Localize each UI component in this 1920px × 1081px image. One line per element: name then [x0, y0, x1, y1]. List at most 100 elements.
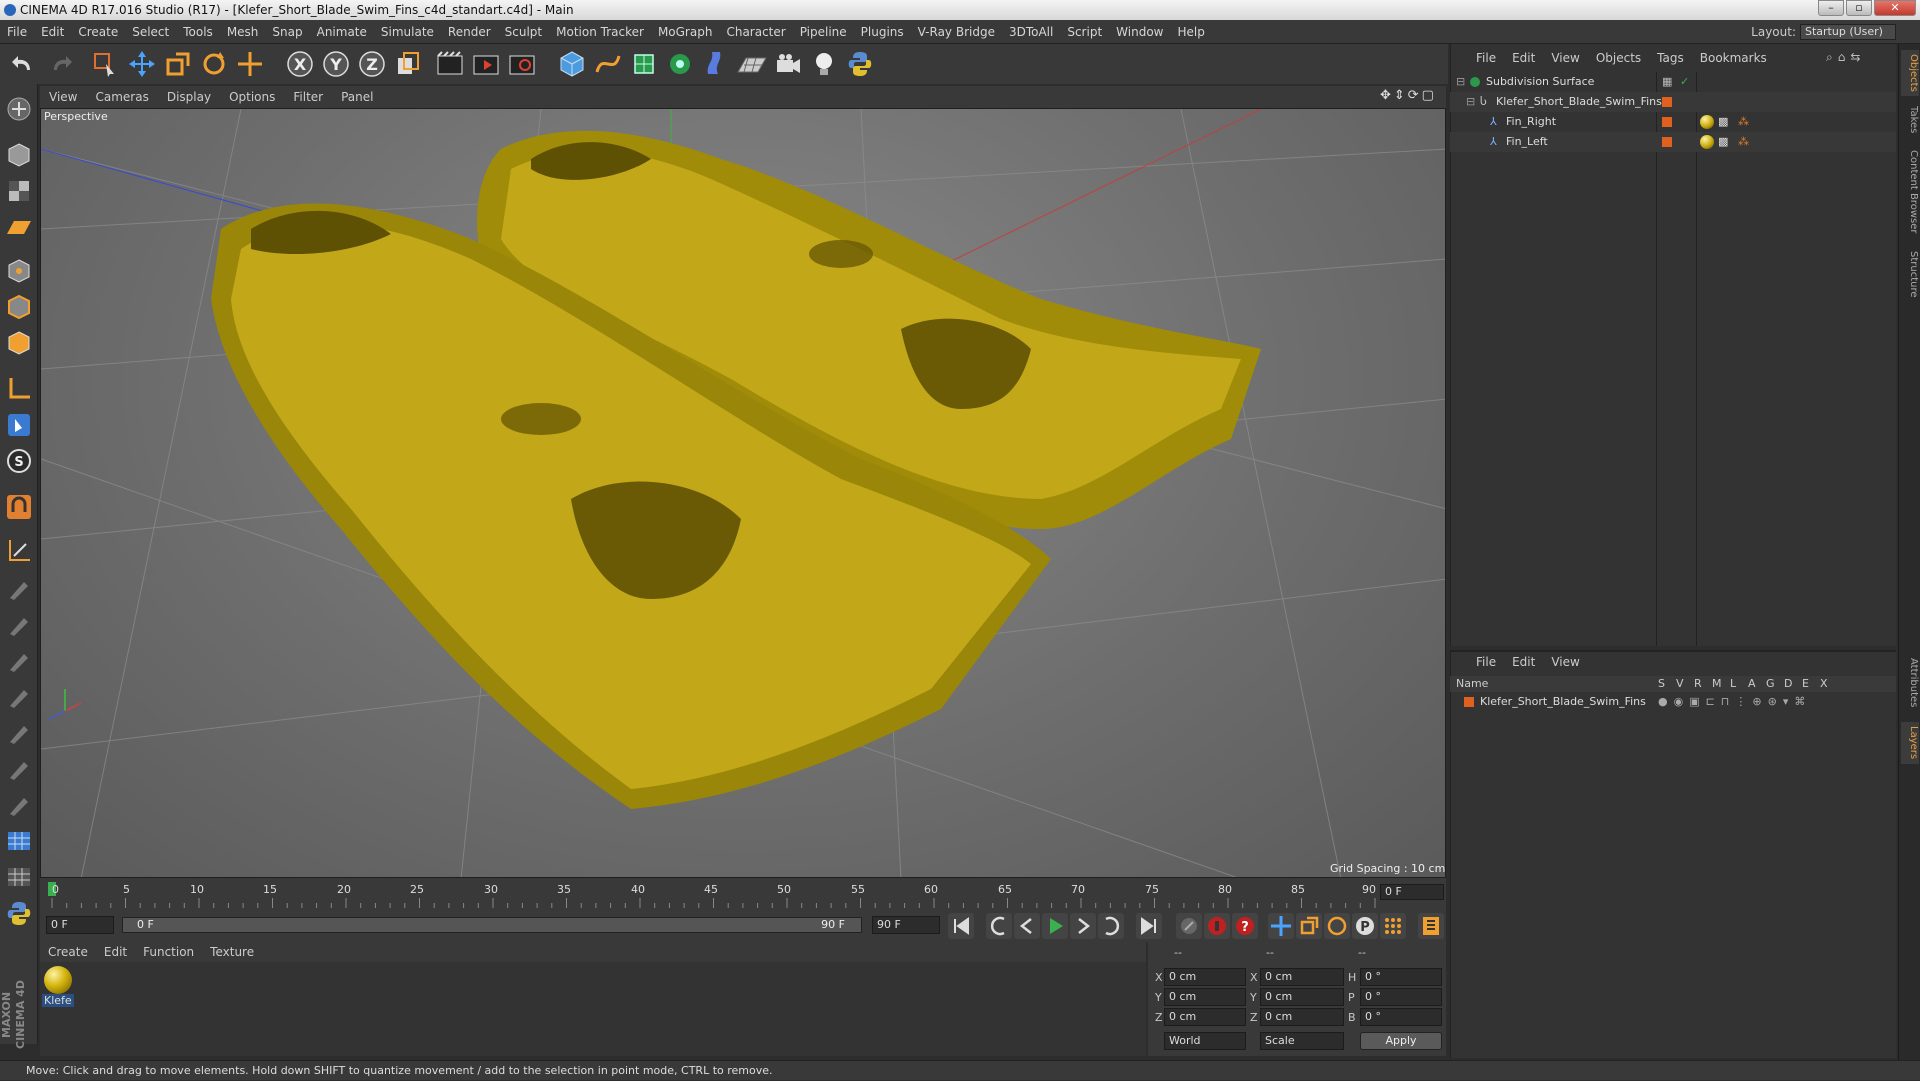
- material-menu-create[interactable]: Create: [40, 942, 96, 962]
- size-x-field[interactable]: 0 cm: [1260, 968, 1344, 986]
- menu-snap[interactable]: Snap: [265, 20, 309, 44]
- material-label[interactable]: Klefe: [42, 994, 74, 1007]
- size-y-field[interactable]: 0 cm: [1260, 988, 1344, 1006]
- layers-menu-view[interactable]: View: [1543, 652, 1587, 672]
- max-frame-field[interactable]: 90 F: [872, 916, 940, 934]
- python-icon[interactable]: [844, 48, 876, 80]
- camera-icon[interactable]: [772, 48, 804, 80]
- deformer-icon[interactable]: [700, 48, 732, 80]
- brush-tool-7-icon[interactable]: [4, 790, 34, 820]
- layer-column[interactable]: A: [1748, 676, 1756, 692]
- layer-column[interactable]: M: [1712, 676, 1722, 692]
- tweak-mode-icon[interactable]: [4, 410, 34, 440]
- z-axis-lock-icon[interactable]: Z: [356, 48, 388, 80]
- object-row-subdivision-surface[interactable]: ⊟ Subdivision Surface ▦ ✓: [1450, 72, 1896, 92]
- objects-menu-edit[interactable]: Edit: [1504, 48, 1543, 68]
- key-point-level-icon[interactable]: [1380, 913, 1406, 939]
- key-scale-icon[interactable]: [1296, 913, 1322, 939]
- layout-select[interactable]: Startup (User): [1800, 24, 1896, 40]
- pen-spline-icon[interactable]: [592, 48, 624, 80]
- transform-mode-select[interactable]: Scale: [1260, 1032, 1344, 1050]
- tab-structure[interactable]: Structure: [1901, 246, 1919, 302]
- layer-column[interactable]: X: [1820, 676, 1828, 692]
- tab-objects[interactable]: Objects: [1901, 50, 1919, 96]
- subdivision-surface-icon[interactable]: [628, 48, 660, 80]
- menu-file[interactable]: File: [0, 20, 34, 44]
- render-settings-icon[interactable]: [506, 48, 538, 80]
- rotation-b-field[interactable]: 0 °: [1360, 1008, 1442, 1026]
- menu-sculpt[interactable]: Sculpt: [498, 20, 549, 44]
- size-z-field[interactable]: 0 cm: [1260, 1008, 1344, 1026]
- layer-column[interactable]: D: [1784, 676, 1792, 692]
- menu-edit[interactable]: Edit: [34, 20, 71, 44]
- render-view-icon[interactable]: [434, 48, 466, 80]
- objects-menu-bookmarks[interactable]: Bookmarks: [1692, 48, 1775, 68]
- objects-menu-tags[interactable]: Tags: [1649, 48, 1692, 68]
- menu-pipeline[interactable]: Pipeline: [793, 20, 854, 44]
- edges-mode-icon[interactable]: [4, 292, 34, 322]
- object-row-fin-left[interactable]: ⅄ Fin_Left ▩ ⁂: [1450, 132, 1896, 152]
- material-tag-icon[interactable]: [1700, 115, 1714, 129]
- object-row-fin-right[interactable]: ⅄ Fin_Right ▩ ⁂: [1450, 112, 1896, 132]
- objects-menu-view[interactable]: View: [1543, 48, 1587, 68]
- menu-tools[interactable]: Tools: [176, 20, 220, 44]
- menu-vray-bridge[interactable]: V-Ray Bridge: [911, 20, 1002, 44]
- menu-simulate[interactable]: Simulate: [374, 20, 441, 44]
- python-script-icon[interactable]: [4, 898, 34, 928]
- sculpt-grid-icon[interactable]: [4, 862, 34, 892]
- material-manager-area[interactable]: [40, 962, 1146, 1056]
- live-selection-icon[interactable]: [88, 48, 120, 80]
- position-y-field[interactable]: 0 cm: [1164, 988, 1246, 1006]
- menu-mograph[interactable]: MoGraph: [651, 20, 720, 44]
- layers-menu-file[interactable]: File: [1450, 652, 1504, 672]
- play-icon[interactable]: [1042, 913, 1068, 939]
- brush-tool-1-icon[interactable]: [4, 574, 34, 604]
- undo-icon[interactable]: [8, 48, 40, 80]
- menu-window[interactable]: Window: [1109, 20, 1170, 44]
- magnet-icon[interactable]: [4, 492, 34, 522]
- next-key-icon[interactable]: [1098, 913, 1124, 939]
- prev-key-icon[interactable]: [986, 913, 1012, 939]
- viewport-menu-cameras[interactable]: Cameras: [86, 86, 157, 108]
- next-frame-icon[interactable]: [1070, 913, 1096, 939]
- layer-column[interactable]: G: [1766, 676, 1775, 692]
- layer-column[interactable]: L: [1730, 676, 1736, 692]
- quantize-icon[interactable]: [4, 536, 34, 566]
- menu-script[interactable]: Script: [1060, 20, 1109, 44]
- menu-motion-tracker[interactable]: Motion Tracker: [549, 20, 651, 44]
- goto-start-icon[interactable]: [948, 913, 974, 939]
- move-tool-icon[interactable]: [126, 48, 158, 80]
- menu-character[interactable]: Character: [719, 20, 792, 44]
- perspective-viewport[interactable]: [40, 108, 1446, 878]
- menu-mesh[interactable]: Mesh: [220, 20, 266, 44]
- tab-layers[interactable]: Layers: [1901, 722, 1919, 764]
- viewport-menu-panel[interactable]: Panel: [332, 86, 382, 108]
- material-menu-function[interactable]: Function: [135, 942, 202, 962]
- phong-tag-icon[interactable]: ⁂: [1738, 112, 1749, 132]
- viewport-camera-label[interactable]: Perspective: [44, 110, 108, 123]
- workplane-icon[interactable]: [4, 212, 34, 242]
- light-icon[interactable]: [808, 48, 840, 80]
- menu-select[interactable]: Select: [125, 20, 176, 44]
- record-active-icon[interactable]: [1204, 913, 1230, 939]
- viewport-menu-display[interactable]: Display: [158, 86, 220, 108]
- close-button[interactable]: ✕: [1874, 0, 1916, 16]
- brush-tool-2-icon[interactable]: [4, 610, 34, 640]
- menu-help[interactable]: Help: [1170, 20, 1211, 44]
- texture-mode-icon[interactable]: [4, 176, 34, 206]
- apply-button[interactable]: Apply: [1360, 1032, 1442, 1050]
- texture-tag-icon[interactable]: ▩: [1718, 112, 1728, 132]
- brush-tool-5-icon[interactable]: [4, 718, 34, 748]
- mograph-cloner-icon[interactable]: [664, 48, 696, 80]
- rotation-p-field[interactable]: 0 °: [1360, 988, 1442, 1006]
- cube-icon[interactable]: [556, 48, 588, 80]
- prev-frame-icon[interactable]: [1014, 913, 1040, 939]
- brush-tool-6-icon[interactable]: [4, 754, 34, 784]
- brush-tool-4-icon[interactable]: [4, 682, 34, 712]
- redo-icon[interactable]: [44, 48, 76, 80]
- menu-plugins[interactable]: Plugins: [854, 20, 911, 44]
- y-axis-lock-icon[interactable]: Y: [320, 48, 352, 80]
- key-parameter-icon[interactable]: P: [1352, 913, 1378, 939]
- tab-content-browser[interactable]: Content Browser: [1901, 144, 1919, 240]
- points-mode-icon[interactable]: [4, 256, 34, 286]
